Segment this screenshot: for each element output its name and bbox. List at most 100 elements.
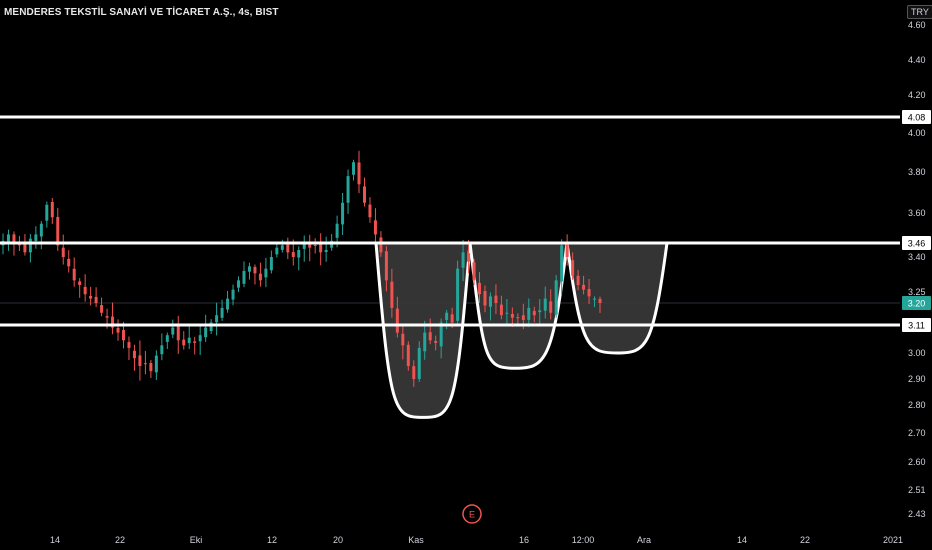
candle-body xyxy=(587,289,591,297)
candle-body xyxy=(215,315,219,323)
x-tick-label: Kas xyxy=(408,535,424,545)
y-tick-label: 4.00 xyxy=(908,128,926,138)
candle-body xyxy=(428,332,432,341)
x-tick-label: 14 xyxy=(737,535,747,545)
candle-body xyxy=(395,308,399,333)
x-tick-label: 14 xyxy=(50,535,60,545)
candle-body xyxy=(171,327,175,335)
candle-body xyxy=(324,250,328,253)
candle-body xyxy=(291,252,295,257)
price-chart[interactable]: 4.08 3.46 3.11 3.20 4.60 4.40 4.20 4.00 3.80 3.6… xyxy=(0,0,932,550)
candle-body xyxy=(275,247,279,255)
candle-body xyxy=(319,243,323,253)
candle-body xyxy=(554,280,558,315)
candle-body xyxy=(116,328,120,333)
candle-body xyxy=(412,366,416,379)
candle-body xyxy=(258,273,262,281)
earnings-marker[interactable]: E xyxy=(462,504,482,524)
candle-body xyxy=(576,275,580,285)
current-price-label: 3.20 xyxy=(908,299,926,309)
candle-body xyxy=(94,296,98,303)
y-tick-label: 3.80 xyxy=(908,167,926,177)
candle-body xyxy=(313,244,317,246)
candle-body xyxy=(220,307,224,318)
candle-body xyxy=(34,234,38,241)
currency-label[interactable]: TRY xyxy=(907,5,932,19)
x-tick-label: 16 xyxy=(519,535,529,545)
candle-body xyxy=(543,298,547,311)
candle-body xyxy=(193,341,197,343)
candle-body xyxy=(565,243,569,257)
candle-body xyxy=(417,347,421,379)
candle-body xyxy=(598,298,602,303)
candle-body xyxy=(50,201,54,218)
candle-body xyxy=(445,312,449,320)
x-tick-label: 22 xyxy=(115,535,125,545)
candle-body xyxy=(494,295,498,303)
candle-body xyxy=(571,260,575,276)
y-tick-label: 3.00 xyxy=(908,348,926,358)
candle-body xyxy=(401,333,405,346)
candle-body xyxy=(154,355,158,373)
candle-body xyxy=(516,317,520,319)
candle-body xyxy=(138,355,142,366)
candle-body xyxy=(100,305,104,313)
candle-body xyxy=(527,307,531,320)
candle-body xyxy=(450,314,454,323)
candle-body xyxy=(341,202,345,225)
candle-body xyxy=(499,304,503,316)
candle-body xyxy=(247,266,251,272)
candle-body xyxy=(362,186,366,203)
candle-body xyxy=(384,251,388,281)
y-tick-label: 2.43 xyxy=(908,509,926,519)
candle-body xyxy=(286,244,290,253)
y-tick-label: 2.51 xyxy=(908,485,926,495)
candle-body xyxy=(560,245,564,282)
x-tick-label: 2021 xyxy=(883,535,903,545)
candle-body xyxy=(582,284,586,290)
candle-body xyxy=(67,258,71,267)
y-tick-label: 2.80 xyxy=(908,400,926,410)
candle-body xyxy=(127,342,131,348)
y-tick-label: 3.60 xyxy=(908,208,926,218)
x-tick-label: Ara xyxy=(637,535,651,545)
x-tick-label: Eki xyxy=(190,535,203,545)
candle-body xyxy=(160,345,164,355)
y-tick-label: 2.70 xyxy=(908,428,926,438)
level-badge-label: 3.11 xyxy=(908,321,925,331)
candle-body xyxy=(538,310,542,313)
candle-body xyxy=(280,245,284,250)
candle-body xyxy=(379,237,383,253)
candle-body xyxy=(89,295,93,299)
symbol-title[interactable]: MENDERES TEKSTİL SANAYİ VE TİCARET A.Ş.,… xyxy=(4,7,279,18)
candle-body xyxy=(483,291,487,306)
x-tick-label: 22 xyxy=(800,535,810,545)
candle-body xyxy=(390,281,394,308)
candle-body xyxy=(143,363,147,365)
candle-body xyxy=(132,350,136,359)
x-tick-label: 12:00 xyxy=(572,535,595,545)
candle-body xyxy=(187,337,191,344)
candle-body xyxy=(45,204,49,221)
y-tick-label: 4.20 xyxy=(908,90,926,100)
candle-body xyxy=(472,262,476,281)
candle-body xyxy=(352,162,356,175)
candle-body xyxy=(61,247,65,257)
candle-body xyxy=(237,280,241,288)
candle-body xyxy=(297,250,301,258)
candle-body xyxy=(149,362,153,372)
y-tick-label: 4.40 xyxy=(908,55,926,65)
candle-body xyxy=(461,252,465,268)
candle-body xyxy=(467,253,471,262)
candle-body xyxy=(368,204,372,218)
candle-body xyxy=(423,332,427,352)
y-tick-label: 2.60 xyxy=(908,457,926,467)
candle-body xyxy=(269,257,273,271)
candle-body xyxy=(264,268,268,278)
candle-body xyxy=(434,340,438,343)
candle-body xyxy=(478,282,482,295)
candle-body xyxy=(532,310,536,316)
y-tick-label: 2.90 xyxy=(908,374,926,384)
candle-body xyxy=(510,313,514,318)
candle-body xyxy=(83,286,87,295)
